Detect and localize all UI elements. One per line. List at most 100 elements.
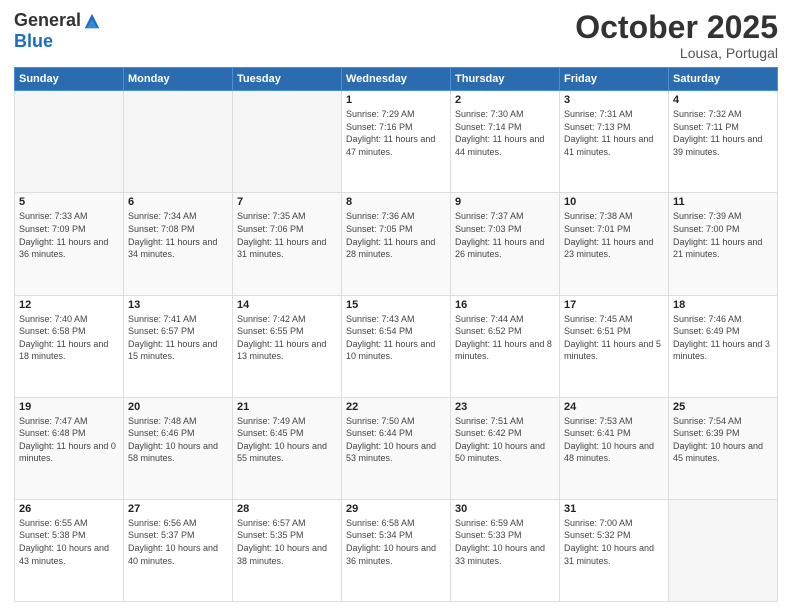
calendar-day-cell: 7 Sunrise: 7:35 AM Sunset: 7:06 PM Daylig… [233,193,342,295]
day-number: 24 [564,401,664,413]
calendar-header-row: SundayMondayTuesdayWednesdayThursdayFrid… [15,68,778,91]
day-number: 27 [128,503,228,515]
day-info: Sunrise: 7:40 AM Sunset: 6:58 PM Dayligh… [19,313,119,363]
day-number: 7 [237,196,337,208]
day-of-week-header: Thursday [451,68,560,91]
day-info: Sunrise: 7:53 AM Sunset: 6:41 PM Dayligh… [564,415,664,465]
calendar-day-cell: 23 Sunrise: 7:51 AM Sunset: 6:42 PM Dayli… [451,397,560,499]
day-info: Sunrise: 7:54 AM Sunset: 6:39 PM Dayligh… [673,415,773,465]
calendar-day-cell: 10 Sunrise: 7:38 AM Sunset: 7:01 PM Dayli… [560,193,669,295]
calendar-day-cell: 25Sunrise: 7:54 AM Sunset: 6:39 PM Dayli… [669,397,778,499]
day-info: Sunrise: 7:32 AM Sunset: 7:11 PM Dayligh… [673,108,773,158]
calendar-day-cell: 14Sunrise: 7:42 AM Sunset: 6:55 PM Dayli… [233,295,342,397]
calendar-day-cell: 5 Sunrise: 7:33 AM Sunset: 7:09 PM Daylig… [15,193,124,295]
day-info: Sunrise: 7:00 AM Sunset: 5:32 PM Dayligh… [564,517,664,567]
day-number: 3 [564,94,664,106]
calendar-day-cell [233,91,342,193]
day-number: 17 [564,299,664,311]
day-info: Sunrise: 7:44 AM Sunset: 6:52 PM Dayligh… [455,313,555,363]
day-info: Sunrise: 7:36 AM Sunset: 7:05 PM Dayligh… [346,210,446,260]
title-section: October 2025 Lousa, Portugal [575,10,778,61]
calendar-day-cell: 16 Sunrise: 7:44 AM Sunset: 6:52 PM Dayli… [451,295,560,397]
calendar-week-row: 5 Sunrise: 7:33 AM Sunset: 7:09 PM Daylig… [15,193,778,295]
calendar-week-row: 12 Sunrise: 7:40 AM Sunset: 6:58 PM Dayli… [15,295,778,397]
calendar-day-cell: 11Sunrise: 7:39 AM Sunset: 7:00 PM Dayli… [669,193,778,295]
day-number: 5 [19,196,119,208]
calendar-day-cell [15,91,124,193]
calendar-day-cell: 18Sunrise: 7:46 AM Sunset: 6:49 PM Dayli… [669,295,778,397]
day-number: 19 [19,401,119,413]
day-info: Sunrise: 7:47 AM Sunset: 6:48 PM Dayligh… [19,415,119,465]
day-number: 15 [346,299,446,311]
day-number: 30 [455,503,555,515]
calendar-day-cell: 6Sunrise: 7:34 AM Sunset: 7:08 PM Daylig… [124,193,233,295]
day-number: 10 [564,196,664,208]
day-info: Sunrise: 7:48 AM Sunset: 6:46 PM Dayligh… [128,415,228,465]
day-of-week-header: Sunday [15,68,124,91]
day-number: 1 [346,94,446,106]
day-number: 21 [237,401,337,413]
day-number: 31 [564,503,664,515]
logo-icon [83,12,101,30]
calendar-day-cell: 3 Sunrise: 7:31 AM Sunset: 7:13 PM Daylig… [560,91,669,193]
day-info: Sunrise: 7:43 AM Sunset: 6:54 PM Dayligh… [346,313,446,363]
day-number: 29 [346,503,446,515]
calendar-day-cell [124,91,233,193]
day-info: Sunrise: 7:33 AM Sunset: 7:09 PM Dayligh… [19,210,119,260]
calendar-day-cell: 28Sunrise: 6:57 AM Sunset: 5:35 PM Dayli… [233,499,342,601]
calendar-day-cell: 19 Sunrise: 7:47 AM Sunset: 6:48 PM Dayli… [15,397,124,499]
day-of-week-header: Tuesday [233,68,342,91]
calendar-day-cell: 13 Sunrise: 7:41 AM Sunset: 6:57 PM Dayli… [124,295,233,397]
logo-general-text: General [14,10,81,31]
calendar-day-cell: 24 Sunrise: 7:53 AM Sunset: 6:41 PM Dayli… [560,397,669,499]
day-number: 16 [455,299,555,311]
calendar-day-cell: 15 Sunrise: 7:43 AM Sunset: 6:54 PM Dayli… [342,295,451,397]
location: Lousa, Portugal [575,45,778,61]
day-info: Sunrise: 7:29 AM Sunset: 7:16 PM Dayligh… [346,108,446,158]
calendar-day-cell: 9Sunrise: 7:37 AM Sunset: 7:03 PM Daylig… [451,193,560,295]
calendar-day-cell: 22Sunrise: 7:50 AM Sunset: 6:44 PM Dayli… [342,397,451,499]
day-info: Sunrise: 7:38 AM Sunset: 7:01 PM Dayligh… [564,210,664,260]
day-info: Sunrise: 7:51 AM Sunset: 6:42 PM Dayligh… [455,415,555,465]
day-number: 8 [346,196,446,208]
calendar-day-cell: 21Sunrise: 7:49 AM Sunset: 6:45 PM Dayli… [233,397,342,499]
calendar-day-cell [669,499,778,601]
calendar-table: SundayMondayTuesdayWednesdayThursdayFrid… [14,67,778,602]
calendar-day-cell: 2Sunrise: 7:30 AM Sunset: 7:14 PM Daylig… [451,91,560,193]
calendar-week-row: 26Sunrise: 6:55 AM Sunset: 5:38 PM Dayli… [15,499,778,601]
day-of-week-header: Friday [560,68,669,91]
day-info: Sunrise: 6:59 AM Sunset: 5:33 PM Dayligh… [455,517,555,567]
day-number: 26 [19,503,119,515]
logo: General Blue [14,10,101,52]
day-number: 14 [237,299,337,311]
day-number: 4 [673,94,773,106]
day-info: Sunrise: 7:45 AM Sunset: 6:51 PM Dayligh… [564,313,664,363]
calendar-day-cell: 8 Sunrise: 7:36 AM Sunset: 7:05 PM Daylig… [342,193,451,295]
calendar-day-cell: 17 Sunrise: 7:45 AM Sunset: 6:51 PM Dayli… [560,295,669,397]
day-of-week-header: Monday [124,68,233,91]
calendar-week-row: 19 Sunrise: 7:47 AM Sunset: 6:48 PM Dayli… [15,397,778,499]
day-number: 20 [128,401,228,413]
day-info: Sunrise: 7:41 AM Sunset: 6:57 PM Dayligh… [128,313,228,363]
main-container: General Blue October 2025 Lousa, Portuga… [0,0,792,612]
day-number: 2 [455,94,555,106]
day-number: 12 [19,299,119,311]
day-number: 13 [128,299,228,311]
calendar-day-cell: 1 Sunrise: 7:29 AM Sunset: 7:16 PM Daylig… [342,91,451,193]
day-number: 23 [455,401,555,413]
day-of-week-header: Wednesday [342,68,451,91]
day-number: 11 [673,196,773,208]
header: General Blue October 2025 Lousa, Portuga… [14,10,778,61]
day-info: Sunrise: 6:56 AM Sunset: 5:37 PM Dayligh… [128,517,228,567]
day-info: Sunrise: 7:31 AM Sunset: 7:13 PM Dayligh… [564,108,664,158]
day-of-week-header: Saturday [669,68,778,91]
logo-blue-text: Blue [14,31,53,52]
day-number: 9 [455,196,555,208]
day-info: Sunrise: 7:34 AM Sunset: 7:08 PM Dayligh… [128,210,228,260]
calendar-week-row: 1 Sunrise: 7:29 AM Sunset: 7:16 PM Daylig… [15,91,778,193]
day-number: 18 [673,299,773,311]
day-info: Sunrise: 7:35 AM Sunset: 7:06 PM Dayligh… [237,210,337,260]
day-number: 22 [346,401,446,413]
calendar-day-cell: 29Sunrise: 6:58 AM Sunset: 5:34 PM Dayli… [342,499,451,601]
calendar-day-cell: 12 Sunrise: 7:40 AM Sunset: 6:58 PM Dayli… [15,295,124,397]
